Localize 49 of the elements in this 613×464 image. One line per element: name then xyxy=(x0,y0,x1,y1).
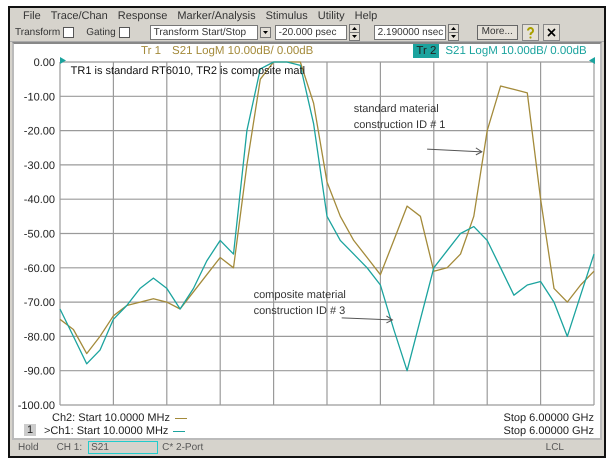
menu-item[interactable]: Utility xyxy=(312,10,350,22)
control-status: LCL xyxy=(546,442,564,454)
annotation-text: composite material construction ID # 3 xyxy=(254,288,347,319)
value-field[interactable]: 2.190000 nsec xyxy=(374,24,446,40)
arrow xyxy=(426,147,483,156)
start-frequency: >Ch1: Start 10.0000 MHz xyxy=(44,425,168,438)
measurement-field[interactable]: S21 xyxy=(88,441,158,454)
channel-indicator: 1 xyxy=(24,424,36,436)
axis-label: -20.00 xyxy=(24,126,55,138)
calibration-status: C* 2-Port xyxy=(162,442,204,454)
axis-label: -40.00 xyxy=(24,194,55,206)
axis-label: -90.00 xyxy=(24,366,55,378)
axis-label: -70.00 xyxy=(24,297,55,310)
menu-item[interactable]: Response xyxy=(112,10,172,22)
checkbox-label: Transform xyxy=(15,26,60,38)
stop-frequency: Stop 6.00000 GHz xyxy=(503,412,594,424)
axis-label: -50.00 xyxy=(24,228,55,240)
checkbox[interactable] xyxy=(63,26,74,38)
checkbox[interactable] xyxy=(118,26,130,38)
menu-item[interactable]: Marker/Analysis xyxy=(172,10,261,22)
arrow xyxy=(341,315,394,324)
trace-settings: S21 LogM 10.00dB/ 0.00dB xyxy=(445,44,587,58)
axis-label: -60.00 xyxy=(24,262,55,275)
trace-settings: S21 LogM 10.00dB/ 0.00dB xyxy=(172,44,314,58)
value-field[interactable]: -20.000 psec xyxy=(274,24,347,40)
spinner-icon[interactable] xyxy=(348,24,360,41)
stop-frequency: Stop 6.00000 GHz xyxy=(503,425,594,438)
checkbox-label: Gating xyxy=(86,26,116,38)
reference-marker-icon xyxy=(589,56,595,64)
mode-dropdown[interactable]: Transform Start/Stop xyxy=(150,24,258,40)
reference-marker-icon xyxy=(60,56,66,64)
menu-item[interactable]: File xyxy=(18,10,46,22)
spinner-icon[interactable] xyxy=(448,24,459,41)
caret-icon[interactable] xyxy=(260,26,271,38)
menu-item[interactable]: Help xyxy=(350,10,382,22)
menu-item[interactable]: Trace/Chan xyxy=(46,10,113,22)
more-button[interactable]: More... xyxy=(476,24,518,40)
menu-item[interactable]: Stimulus xyxy=(260,10,313,22)
trace-label[interactable]: Tr 2 xyxy=(413,44,440,58)
axis-label: -30.00 xyxy=(24,160,55,172)
axis-label: -10.00 xyxy=(24,91,55,104)
axis-label: -80.00 xyxy=(24,331,55,344)
axis-label: -100.00 xyxy=(18,400,55,412)
annotation-text: standard material construction ID # 1 xyxy=(354,102,446,134)
status-text: Hold xyxy=(18,442,39,454)
start-frequency: Ch2: Start 10.0000 MHz xyxy=(52,412,170,424)
close-icon[interactable] xyxy=(542,24,560,41)
channel-label: CH 1: xyxy=(56,442,82,454)
axis-label: 0.00 xyxy=(34,56,55,69)
